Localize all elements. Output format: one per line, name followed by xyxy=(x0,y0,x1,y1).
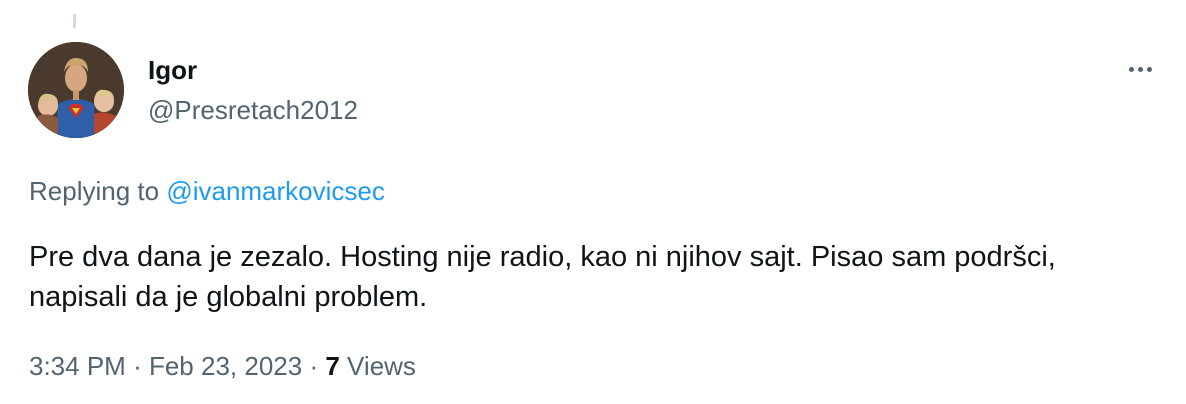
more-horizontal-icon-dot xyxy=(1146,66,1152,72)
tweet-text: Pre dva dana je zezalo. Hosting nije rad… xyxy=(29,241,1056,313)
meta-separator: · xyxy=(309,351,319,381)
views-label: Views xyxy=(347,351,416,381)
replying-to-mention-link[interactable]: @ivanmarkovicsec xyxy=(166,176,385,206)
author-display-name[interactable]: Igor xyxy=(148,54,197,86)
replying-to-line: Replying to @ivanmarkovicsec xyxy=(29,175,385,207)
tweet-metadata: 3:34 PM · Feb 23, 2023 · 7 Views xyxy=(29,350,416,382)
views-count: 7 xyxy=(325,351,340,381)
more-horizontal-icon xyxy=(1128,66,1134,72)
tweet-date[interactable]: Feb 23, 2023 xyxy=(149,351,302,381)
more-horizontal-icon-dot xyxy=(1137,66,1143,72)
thread-connector-line xyxy=(73,14,76,28)
avatar[interactable] xyxy=(28,42,124,138)
tweet-time[interactable]: 3:34 PM xyxy=(29,351,126,381)
meta-separator: · xyxy=(133,351,142,381)
author-handle[interactable]: @Presretach2012 xyxy=(148,94,358,126)
replying-to-prefix: Replying to xyxy=(29,176,160,206)
more-options-button[interactable] xyxy=(1120,54,1160,84)
views-link[interactable]: 7 Views xyxy=(325,351,416,381)
avatar-image xyxy=(28,42,124,138)
